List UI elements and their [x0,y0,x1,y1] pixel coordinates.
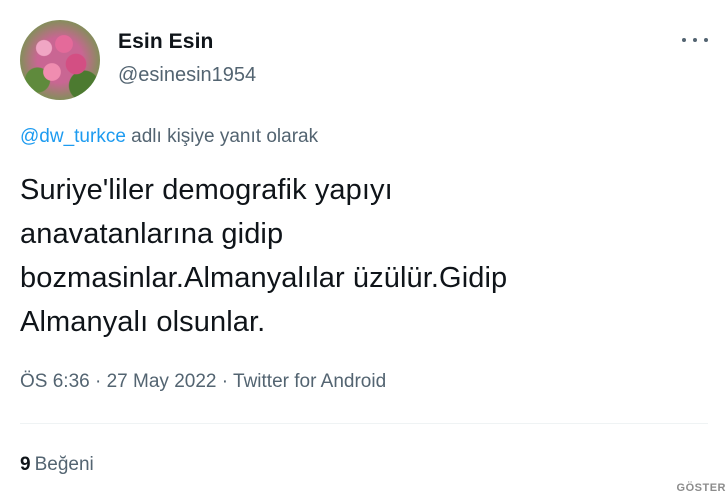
likes-label: Beğeni [34,454,94,475]
author-handle[interactable]: @esinesin1954 [118,64,256,87]
tweet-source[interactable]: Twitter for Android [233,371,386,392]
tweet-text: Suriye'liler demografik yapıyı anavatanl… [20,168,680,344]
likes-stat[interactable]: 9 Beğeni [20,454,94,476]
divider [20,423,708,424]
reply-context: @dw_turkce adlı kişiye yanıt olarak [20,126,318,148]
tweet-date[interactable]: 27 May 2022 [107,371,217,392]
author-display-name[interactable]: Esin Esin [118,30,213,54]
dot [693,38,697,42]
watermark: GÖSTER [676,482,726,494]
tweet-time[interactable]: ÖS 6:36 [20,371,90,392]
avatar[interactable] [20,20,100,100]
dot [704,38,708,42]
meta-separator: · [89,371,107,392]
reply-mention-link[interactable]: @dw_turkce [20,126,126,147]
tweet-line: bozmasinlar.Almanyalılar üzülür.Gidip [20,262,508,294]
meta-separator: · [216,371,234,392]
dot [682,38,686,42]
tweet-line: Suriye'liler demografik yapıyı [20,174,393,206]
likes-count: 9 [20,454,31,475]
more-options-icon[interactable] [682,30,708,50]
reply-suffix: adlı kişiye yanıt olarak [125,126,319,147]
tweet-meta: ÖS 6:36 · 27 May 2022 · Twitter for Andr… [20,371,386,393]
tweet-line: Almanyalı olsunlar. [20,306,266,338]
tweet-line: anavatanlarına gidip [20,218,284,250]
